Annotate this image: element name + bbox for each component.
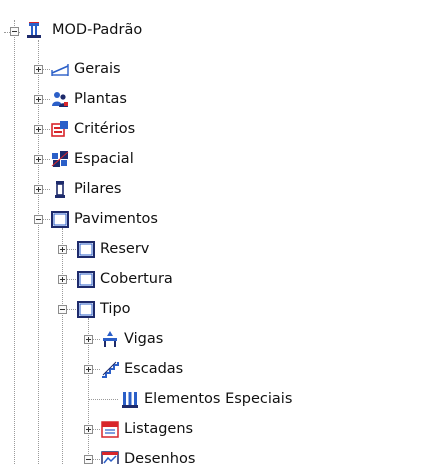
collapse-toggle[interactable] <box>58 305 67 314</box>
expand-toggle[interactable] <box>58 245 67 254</box>
project-tree: MOD-Padrão Gerais Plantas Critérios Espa… <box>0 0 443 464</box>
tree-connector <box>88 399 118 400</box>
tree-node-label[interactable]: Tipo <box>100 299 131 319</box>
expand-toggle[interactable] <box>34 155 43 164</box>
tree-connector <box>14 20 15 464</box>
floor-icon <box>77 241 95 258</box>
tree-node-label[interactable]: Elementos Especiais <box>144 389 292 409</box>
tree-connector <box>62 228 63 464</box>
collapse-toggle[interactable] <box>84 455 93 464</box>
tree-node-label[interactable]: Escadas <box>124 359 183 379</box>
collapse-toggle[interactable] <box>34 215 43 224</box>
floor-icon <box>51 211 69 228</box>
criteria-icon <box>51 121 68 137</box>
floor-icon <box>77 301 95 318</box>
pillar-icon <box>55 181 65 198</box>
tree-node-label[interactable]: Vigas <box>124 329 163 349</box>
building-icon <box>27 22 41 38</box>
ruler-icon <box>51 64 69 76</box>
tree-node-label[interactable]: Listagens <box>124 419 193 439</box>
tree-node-label[interactable]: Desenhos <box>124 449 195 464</box>
expand-toggle[interactable] <box>58 275 67 284</box>
drawings-icon <box>101 451 119 464</box>
beam-icon <box>103 331 117 347</box>
collapse-toggle[interactable] <box>10 27 19 36</box>
tree-node-label[interactable]: Plantas <box>74 89 127 109</box>
spatial-icon <box>51 151 69 167</box>
expand-toggle[interactable] <box>84 365 93 374</box>
people-icon <box>52 92 68 107</box>
tree-node-label[interactable]: Reserv <box>100 239 149 259</box>
tree-node-label[interactable]: Cobertura <box>100 269 173 289</box>
special-elements-icon <box>122 392 138 408</box>
expand-toggle[interactable] <box>34 65 43 74</box>
expand-toggle[interactable] <box>34 125 43 134</box>
tree-node-label[interactable]: MOD-Padrão <box>52 20 142 40</box>
tree-node-label[interactable]: Pilares <box>74 179 122 199</box>
floor-icon <box>77 271 95 288</box>
expand-toggle[interactable] <box>84 425 93 434</box>
stairs-icon <box>102 361 119 378</box>
expand-toggle[interactable] <box>34 185 43 194</box>
list-icon <box>101 421 119 438</box>
tree-node-label[interactable]: Pavimentos <box>74 209 158 229</box>
expand-toggle[interactable] <box>34 95 43 104</box>
tree-node-label[interactable]: Critérios <box>74 119 135 139</box>
tree-node-label[interactable]: Espacial <box>74 149 134 169</box>
tree-node-label[interactable]: Gerais <box>74 59 121 79</box>
expand-toggle[interactable] <box>84 335 93 344</box>
